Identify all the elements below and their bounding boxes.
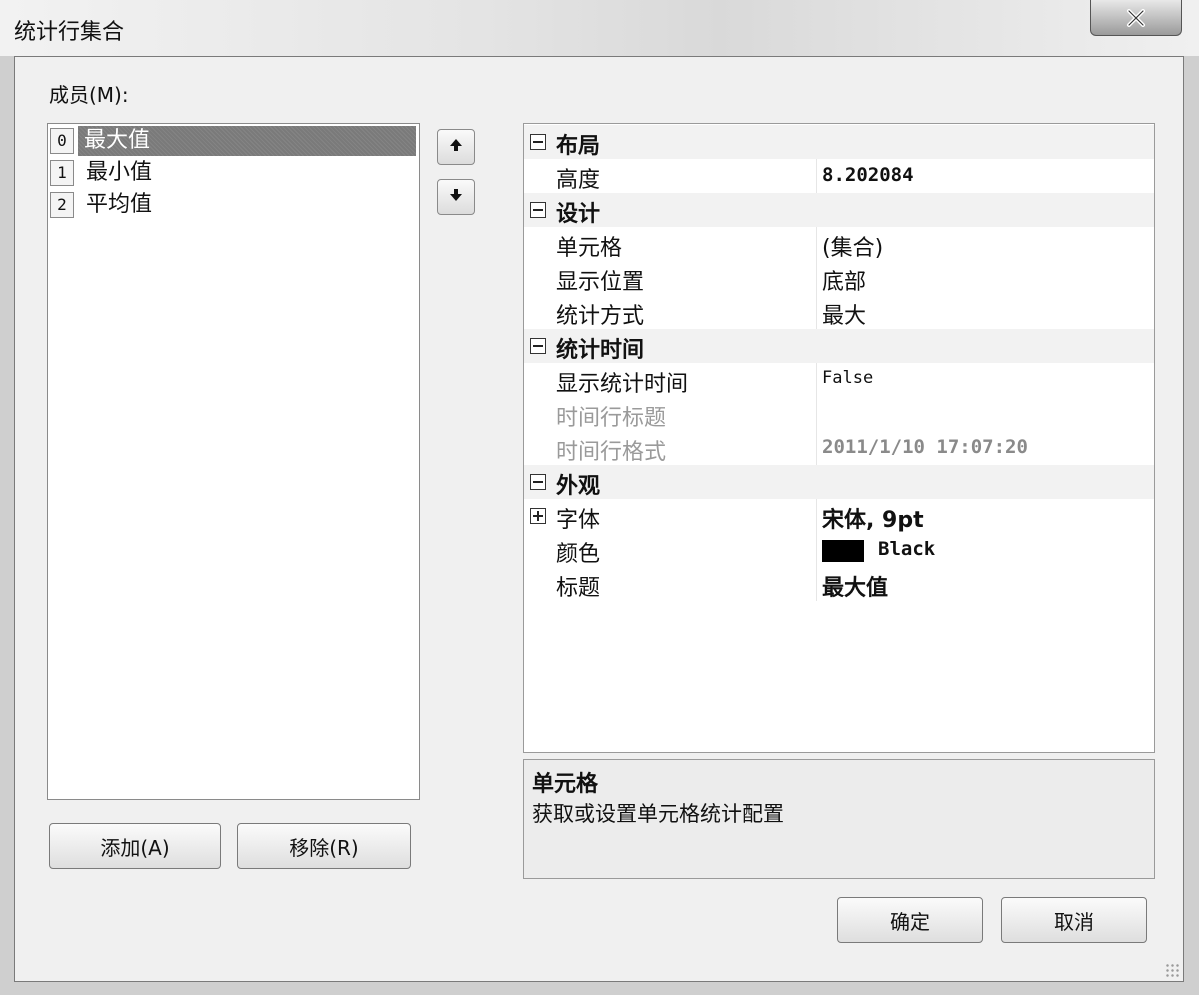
members-list[interactable]: 0 最大值 1 最小值 2 平均值 [47, 123, 420, 800]
property-row-position[interactable]: 显示位置 底部 [524, 261, 1154, 295]
property-value[interactable]: False [822, 368, 873, 388]
property-value[interactable]: 最大值 [822, 570, 888, 602]
arrow-down-icon [448, 187, 464, 207]
property-row-font[interactable]: 字体 宋体, 9pt [524, 499, 1154, 533]
move-down-button[interactable] [437, 179, 475, 215]
member-index: 0 [50, 128, 74, 154]
property-value[interactable]: Black [878, 538, 935, 560]
property-name: 统计方式 [556, 304, 645, 329]
description-title: 单元格 [532, 772, 599, 797]
property-row-time-title[interactable]: 时间行标题 [524, 397, 1154, 431]
property-row-time-format[interactable]: 时间行格式 2011/1/10 17:07:20 [524, 431, 1154, 465]
property-row-method[interactable]: 统计方式 最大 [524, 295, 1154, 329]
list-item[interactable]: 0 最大值 [50, 126, 416, 156]
collapse-icon[interactable] [530, 134, 546, 150]
member-index: 2 [50, 192, 74, 218]
property-name: 高度 [556, 168, 601, 193]
property-row-cells[interactable]: 单元格 (集合) [524, 227, 1154, 261]
ok-button[interactable]: 确定 [837, 897, 983, 943]
list-item[interactable]: 2 平均值 [50, 190, 416, 220]
member-name: 最小值 [86, 160, 153, 185]
category-label: 统计时间 [556, 338, 645, 363]
category-label: 设计 [556, 202, 601, 227]
category-label: 外观 [556, 474, 601, 499]
add-button[interactable]: 添加(A) [49, 823, 221, 869]
color-swatch [822, 540, 864, 562]
property-value[interactable]: 8.202084 [822, 164, 914, 186]
title-bar[interactable]: 统计行集合 [0, 0, 1199, 56]
property-row-show-time[interactable]: 显示统计时间 False [524, 363, 1154, 397]
property-name: 时间行格式 [556, 440, 667, 465]
collapse-icon[interactable] [530, 338, 546, 354]
description-panel: 单元格 获取或设置单元格统计配置 [523, 759, 1155, 879]
property-value[interactable]: (集合) [822, 230, 883, 262]
category-row-layout[interactable]: 布局 [524, 125, 1154, 159]
move-up-button[interactable] [437, 129, 475, 165]
category-label: 布局 [556, 134, 601, 159]
property-row-color[interactable]: 颜色 Black [524, 533, 1154, 567]
category-row-time[interactable]: 统计时间 [524, 329, 1154, 363]
property-value[interactable]: 底部 [822, 264, 866, 296]
member-name: 平均值 [86, 192, 153, 217]
member-index: 1 [50, 160, 74, 186]
property-value[interactable]: 最大 [822, 298, 866, 330]
close-button[interactable] [1090, 0, 1182, 36]
expand-icon[interactable] [530, 508, 546, 524]
property-row-caption[interactable]: 标题 最大值 [524, 567, 1154, 601]
property-name: 标题 [556, 576, 601, 601]
dialog-window: 统计行集合 成员(M): 0 最大值 1 最小值 2 平均值 添加(A) 移除(… [0, 0, 1199, 995]
property-name: 显示位置 [556, 270, 645, 295]
property-name: 时间行标题 [556, 406, 667, 431]
remove-button[interactable]: 移除(R) [237, 823, 411, 869]
category-row-appearance[interactable]: 外观 [524, 465, 1154, 499]
property-name: 单元格 [556, 236, 623, 261]
collapse-icon[interactable] [530, 202, 546, 218]
collapse-icon[interactable] [530, 474, 546, 490]
property-name: 显示统计时间 [556, 372, 689, 397]
property-grid[interactable]: 布局 高度 8.202084 设计 单元格 (集合) 显示位置 底部 统计方式 … [523, 123, 1155, 753]
cancel-button[interactable]: 取消 [1001, 897, 1147, 943]
description-text: 获取或设置单元格统计配置 [532, 802, 784, 826]
property-name: 颜色 [556, 542, 601, 567]
member-name: 最大值 [78, 126, 416, 156]
members-label: 成员(M): [49, 83, 129, 107]
resize-grip-icon[interactable] [1165, 963, 1181, 979]
property-value[interactable]: 2011/1/10 17:07:20 [822, 436, 1028, 458]
arrow-up-icon [448, 137, 464, 157]
property-name: 字体 [556, 508, 601, 533]
category-row-design[interactable]: 设计 [524, 193, 1154, 227]
close-icon [1126, 8, 1146, 27]
list-item[interactable]: 1 最小值 [50, 158, 416, 188]
window-title: 统计行集合 [14, 20, 125, 45]
property-value[interactable]: 宋体, 9pt [822, 502, 924, 534]
dialog-content: 成员(M): 0 最大值 1 最小值 2 平均值 添加(A) 移除(R) 布局 … [14, 56, 1184, 982]
property-row-height[interactable]: 高度 8.202084 [524, 159, 1154, 193]
